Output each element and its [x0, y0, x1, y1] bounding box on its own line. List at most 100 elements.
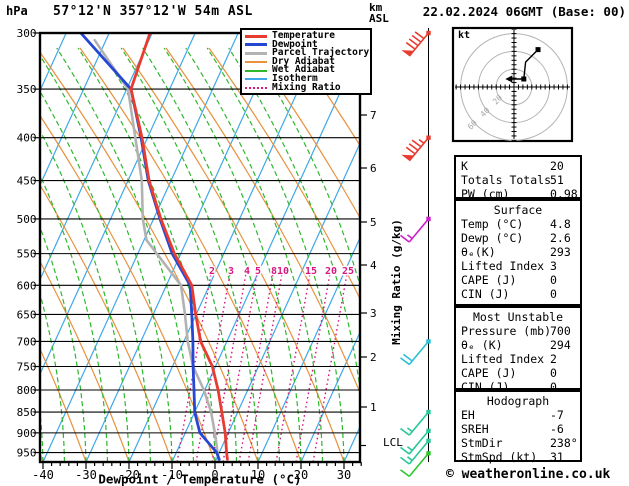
table-row: Pressure (mb) 700 — [456, 324, 580, 338]
table-row: Lifted Index 3 — [456, 259, 580, 273]
hodograph: 204060 — [451, 26, 574, 143]
table-row: Temp (°C) 4.8 — [456, 217, 580, 231]
table-surface: Surface Temp (°C) 4.8 Dewp (°C) 2.6 θₑ(K) 293 L… — [454, 199, 582, 306]
svg-text:850: 850 — [17, 406, 37, 419]
svg-text:950: 950 — [17, 447, 37, 460]
row-value: 0 — [550, 287, 557, 301]
row-value: 238° — [550, 436, 578, 450]
svg-text:15: 15 — [305, 266, 317, 277]
mixing-ratio-axis-label: Mixing Ratio (g/kg) — [390, 219, 403, 345]
legend-swatch-solid — [245, 69, 267, 72]
legend-item: Mixing Ratio — [245, 81, 370, 93]
svg-text:10: 10 — [277, 266, 289, 277]
svg-text:5: 5 — [370, 216, 377, 229]
row-label: Lifted Index — [461, 352, 545, 366]
svg-text:5: 5 — [255, 266, 261, 277]
table-hodograph: Hodograph EH -7 SREH -6 StmDir 238° StmSpd (kt)… — [454, 390, 582, 464]
row-label: SREH — [461, 422, 489, 436]
row-label: Temp (°C) — [461, 217, 524, 231]
wind-barb — [400, 216, 431, 243]
row-value: 51 — [550, 173, 564, 187]
table-row: θₑ(K) 293 — [456, 245, 580, 259]
row-value: 293 — [550, 245, 571, 259]
table-row: K 20 — [456, 159, 580, 173]
station-title: 57°12'N 357°12'W 54m ASL — [53, 4, 253, 19]
legend-swatch-solid — [245, 61, 267, 64]
curve-parcel-trajectory — [93, 38, 220, 461]
wind-barb-column — [400, 28, 431, 478]
legend-swatch-solid — [245, 78, 267, 81]
svg-text:25: 25 — [342, 266, 354, 277]
table-row: EH -7 — [456, 408, 580, 422]
row-value: 0 — [550, 366, 557, 380]
svg-text:2: 2 — [370, 351, 377, 364]
legend-swatch-solid — [245, 51, 267, 55]
svg-text:550: 550 — [17, 248, 37, 261]
svg-text:Mixing Ratio (g/kg): Mixing Ratio (g/kg) — [390, 219, 403, 345]
wind-barb — [400, 451, 431, 478]
svg-text:-40: -40 — [32, 468, 54, 482]
table-section-title: Hodograph — [486, 394, 550, 408]
wind-barb — [401, 30, 431, 57]
svg-text:500: 500 — [17, 213, 37, 226]
row-value: 294 — [550, 338, 571, 352]
legend-swatch-solid — [245, 34, 267, 38]
legend-swatch-dotted — [245, 86, 267, 89]
row-label: CAPE (J) — [461, 273, 517, 287]
table-row: Lifted Index 2 — [456, 352, 580, 366]
table-row: Dewp (°C) 2.6 — [456, 231, 580, 245]
table-indices: K 20 Totals Totals 51 PW (cm) 0.98 — [454, 155, 582, 201]
row-label: StmSpd (kt) — [461, 450, 538, 464]
altitude-axis-unit-asl: ASL — [369, 12, 389, 25]
svg-text:Dewpoint / Temperature (°C): Dewpoint / Temperature (°C) — [98, 472, 301, 486]
row-value: 20 — [550, 159, 564, 173]
row-value: 2.6 — [550, 231, 571, 245]
table-section-title: Most Unstable — [472, 310, 563, 324]
row-label: Lifted Index — [461, 259, 545, 273]
svg-text:4: 4 — [370, 259, 377, 272]
legend: Temperature Dewpoint Parcel Trajectory Dry … — [240, 28, 372, 96]
svg-text:450: 450 — [17, 175, 37, 188]
row-label: EH — [461, 408, 475, 422]
svg-text:350: 350 — [17, 83, 37, 96]
row-label: CIN (J) — [461, 287, 510, 301]
svg-text:900: 900 — [17, 427, 37, 440]
row-value: 4.8 — [550, 217, 571, 231]
row-value: 2 — [550, 352, 557, 366]
row-value: 700 — [550, 324, 571, 338]
table-row: CAPE (J) 0 — [456, 273, 580, 287]
row-value: -7 — [550, 408, 564, 422]
skewt-sounding-page: 2 3 4 5 8 10 15 20 25 300 350 400 450 500 550 600 650 700… — [0, 0, 629, 486]
pressure-axis-unit: hPa — [6, 4, 28, 18]
svg-text:3: 3 — [370, 307, 377, 320]
svg-text:300: 300 — [17, 27, 37, 40]
table-most-unstable: Most Unstable Pressure (mb) 700 θₑ (K) 294 Li… — [454, 306, 582, 394]
svg-text:LCL: LCL — [383, 436, 403, 449]
svg-text:1: 1 — [370, 401, 377, 414]
wind-barb — [400, 339, 431, 366]
row-label: K — [461, 159, 468, 173]
pressure-axis-labels: 300 350 400 450 500 550 600 650 700 750 800 850 900 9… — [17, 27, 40, 460]
svg-text:3: 3 — [228, 266, 234, 277]
wind-barb — [400, 409, 431, 436]
mixing-ratio-labels: 2 3 4 5 8 10 15 20 25 — [207, 265, 355, 279]
table-row: StmSpd (kt) 31 — [456, 450, 580, 464]
legend-swatch-solid — [245, 43, 267, 47]
row-label: CAPE (J) — [461, 366, 517, 380]
svg-text:7: 7 — [370, 109, 377, 122]
row-label: Totals Totals — [461, 173, 552, 187]
wind-barb — [401, 135, 431, 162]
row-value: 31 — [550, 450, 564, 464]
svg-text:4: 4 — [244, 266, 250, 277]
row-value: -6 — [550, 422, 564, 436]
legend-label: Mixing Ratio — [272, 81, 341, 93]
row-value: 0 — [550, 273, 557, 287]
row-label: StmDir — [461, 436, 503, 450]
svg-text:650: 650 — [17, 308, 37, 321]
svg-text:750: 750 — [17, 361, 37, 374]
table-row: Totals Totals 51 — [456, 173, 580, 187]
svg-text:6: 6 — [370, 162, 377, 175]
svg-text:20: 20 — [325, 266, 337, 277]
table-row: StmDir 238° — [456, 436, 580, 450]
svg-text:700: 700 — [17, 335, 37, 348]
